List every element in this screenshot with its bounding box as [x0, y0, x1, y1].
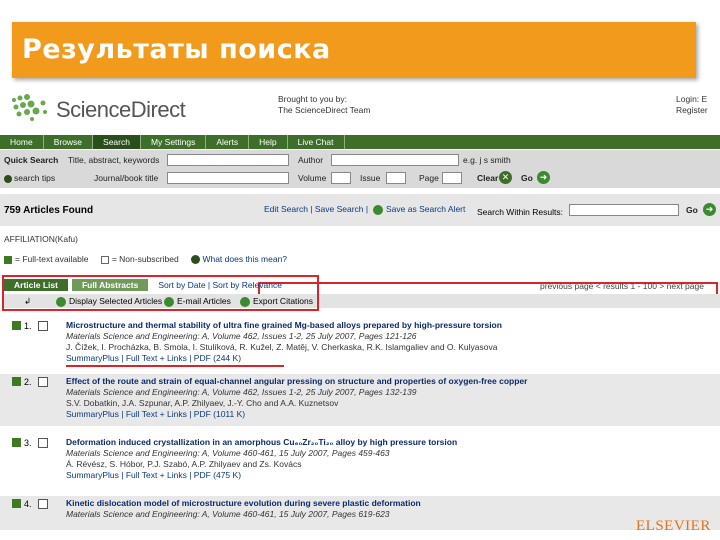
- highlight-underline-links: [66, 365, 284, 367]
- author-input[interactable]: [331, 154, 459, 166]
- journal-input[interactable]: [167, 172, 289, 184]
- quick-search-panel: Quick Search Title, abstract, keywords A…: [0, 150, 720, 188]
- volume-label: Volume: [298, 173, 327, 183]
- result-number: 4.: [24, 499, 32, 509]
- full-text-icon: [12, 377, 21, 386]
- keywords-input[interactable]: [167, 154, 289, 166]
- result-number: 2.: [24, 377, 32, 387]
- keywords-label: Title, abstract, keywords: [68, 155, 160, 165]
- issue-input[interactable]: [386, 172, 406, 184]
- login-links: Login: E Register: [676, 94, 708, 116]
- result-title[interactable]: Kinetic dislocation model of microstruct…: [66, 498, 421, 508]
- access-legend: = Full-text available = Non-subscribed W…: [4, 254, 287, 265]
- result-authors: Á. Révész, S. Hóbor, P.J. Szabó, A.P. Zh…: [66, 459, 302, 469]
- full-text-icon: [12, 499, 21, 508]
- journal-label: Journal/book title: [94, 173, 159, 183]
- slide-title: Результаты поиска: [22, 34, 331, 65]
- result-checkbox[interactable]: [38, 438, 48, 448]
- brought-to-you-by: Brought to you by: The ScienceDirect Tea…: [278, 94, 370, 116]
- within-go-arrow-icon[interactable]: ➜: [703, 203, 716, 216]
- result-checkbox[interactable]: [38, 499, 48, 509]
- result-number: 1.: [24, 321, 32, 331]
- result-checkbox[interactable]: [38, 321, 48, 331]
- login-link[interactable]: Login: E: [676, 94, 708, 105]
- pagination[interactable]: previous page < results 1 - 100 > next p…: [540, 281, 704, 291]
- help-icon: [4, 174, 12, 183]
- brought-line-1: Brought to you by:: [278, 94, 347, 104]
- nav-tab-home[interactable]: Home: [0, 135, 44, 149]
- result-item: 3. Deformation induced crystallization i…: [0, 435, 720, 487]
- highlight-box-view-options: [2, 275, 319, 311]
- volume-input[interactable]: [331, 172, 351, 184]
- result-links[interactable]: SummaryPlus | Full Text + Links | PDF (4…: [66, 470, 241, 480]
- register-link[interactable]: Register: [676, 105, 708, 116]
- nav-tab-live-chat[interactable]: Live Chat: [288, 135, 345, 149]
- sciencedirect-screenshot: ScienceDirect Brought to you by: The Sci…: [0, 86, 720, 530]
- brought-line-2: The ScienceDirect Team: [278, 105, 371, 115]
- results-header-bar: 759 Articles Found Edit Search | Save Se…: [0, 194, 720, 226]
- clear-button[interactable]: ✕: [499, 171, 512, 184]
- full-text-icon: [12, 438, 21, 447]
- search-within-input[interactable]: [569, 204, 679, 216]
- non-subscribed-icon: [100, 255, 109, 264]
- nav-tab-my-settings[interactable]: My Settings: [141, 135, 207, 149]
- save-alert-label: Save as Search Alert: [386, 204, 466, 214]
- result-title[interactable]: Microstructure and thermal stability of …: [66, 320, 502, 330]
- result-journal: Materials Science and Engineering: A, Vo…: [66, 387, 417, 397]
- result-journal: Materials Science and Engineering: A, Vo…: [66, 448, 390, 458]
- info-icon: [191, 255, 201, 265]
- elsevier-logo: ELSEVIER: [636, 518, 711, 534]
- sd-header: ScienceDirect Brought to you by: The Sci…: [0, 86, 720, 132]
- logo-dots-icon: [12, 94, 47, 121]
- result-item: 1. Microstructure and thermal stability …: [0, 318, 720, 368]
- result-item: 4. Kinetic dislocation model of microstr…: [0, 496, 720, 530]
- save-alert-link[interactable]: Save as Search Alert: [373, 204, 465, 215]
- main-nav: Home Browse Search My Settings Alerts He…: [0, 135, 720, 149]
- go-arrow-icon[interactable]: ➜: [537, 171, 550, 184]
- full-text-legend: = Full-text available: [15, 254, 89, 264]
- search-within-label: Search Within Results:: [477, 207, 563, 217]
- page-input[interactable]: [442, 172, 462, 184]
- go-label: Go: [521, 173, 533, 183]
- result-item: 2. Effect of the route and strain of equ…: [0, 374, 720, 426]
- search-tips-link[interactable]: search tips: [4, 173, 55, 183]
- result-number: 3.: [24, 438, 32, 448]
- edit-save-search-links[interactable]: Edit Search | Save Search |: [264, 204, 368, 214]
- full-text-icon: [12, 321, 21, 330]
- result-links[interactable]: SummaryPlus | Full Text + Links | PDF (2…: [66, 353, 241, 363]
- result-journal: Materials Science and Engineering: A, Vo…: [66, 509, 390, 519]
- articles-found-count: 759 Articles Found: [4, 205, 94, 216]
- author-label: Author: [298, 155, 324, 165]
- nav-tab-alerts[interactable]: Alerts: [206, 135, 250, 149]
- what-means-link[interactable]: What does this mean?: [202, 254, 287, 264]
- result-journal: Materials Science and Engineering: A, Vo…: [66, 331, 417, 341]
- result-checkbox[interactable]: [38, 377, 48, 387]
- quick-search-label: Quick Search: [4, 155, 59, 165]
- logo-text: ScienceDirect: [56, 97, 186, 122]
- clear-label: Clear: [477, 173, 499, 183]
- nav-tab-help[interactable]: Help: [249, 135, 288, 149]
- result-authors: S.V. Dobatkin, J.A. Szpunar, A.P. Zhilya…: [66, 398, 339, 408]
- issue-label: Issue: [360, 173, 381, 183]
- within-go-label: Go: [686, 205, 698, 215]
- nav-tab-search[interactable]: Search: [93, 135, 141, 149]
- non-subscribed-legend: = Non-subscribed: [111, 254, 179, 264]
- author-hint: e.g. j s smith: [463, 155, 511, 165]
- result-title[interactable]: Deformation induced crystallization in a…: [66, 437, 457, 447]
- sciencedirect-logo[interactable]: ScienceDirect: [8, 92, 198, 124]
- search-tips-label: search tips: [14, 173, 56, 183]
- result-title[interactable]: Effect of the route and strain of equal-…: [66, 376, 527, 386]
- full-text-icon: [4, 255, 12, 264]
- result-authors: J. Čížek, I. Procházka, B. Smola, I. Stu…: [66, 342, 498, 352]
- affiliation-query: AFFILIATION(Kafu): [4, 234, 78, 244]
- nav-tab-browse[interactable]: Browse: [44, 135, 94, 149]
- result-links[interactable]: SummaryPlus | Full Text + Links | PDF (1…: [66, 409, 245, 419]
- alert-icon: [373, 204, 383, 215]
- page-label: Page: [419, 173, 439, 183]
